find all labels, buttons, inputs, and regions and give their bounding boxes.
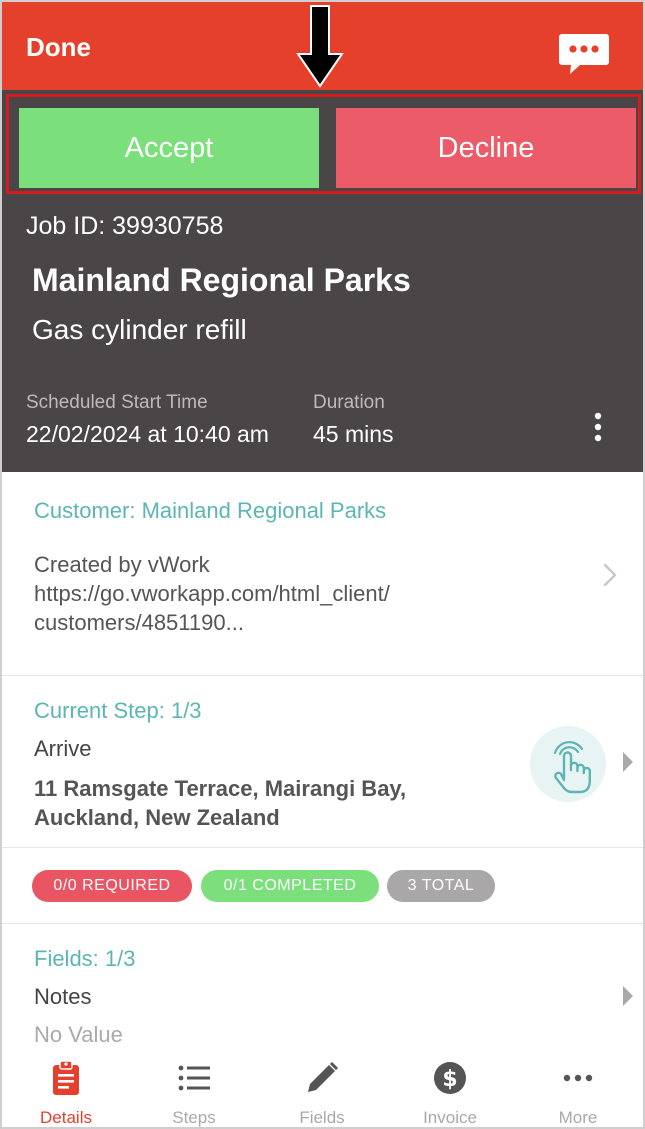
- step-address: 11 Ramsgate Terrace, Mairangi Bay, Auckl…: [34, 774, 494, 832]
- annotation-arrow-icon: [296, 5, 344, 88]
- customer-description: Created by vWork https://go.vworkapp.com…: [34, 550, 554, 637]
- fields-section[interactable]: Fields: 1/3 Notes No Value: [2, 924, 643, 1054]
- tab-details[interactable]: Details: [2, 1054, 130, 1127]
- tab-label: Steps: [172, 1108, 216, 1127]
- bottom-tab-bar: Details Steps Fields $ Invoice More: [2, 1054, 643, 1127]
- field-value: No Value: [34, 1022, 123, 1047]
- total-badge: 3 TOTAL: [387, 870, 495, 902]
- address-line-1: 11 Ramsgate Terrace, Mairangi Bay,: [34, 776, 407, 801]
- tab-invoice[interactable]: $ Invoice: [386, 1054, 514, 1127]
- tap-hand-icon: [553, 741, 591, 794]
- job-title: Mainland Regional Parks: [32, 262, 411, 298]
- customer-line-1: Created by vWork: [34, 552, 210, 577]
- job-id: Job ID: 39930758: [26, 212, 224, 240]
- clipboard-icon: [53, 1060, 79, 1095]
- completed-badge: 0/1 COMPLETED: [201, 870, 379, 902]
- app-screen: Done Accept Decline Job ID: 39930758 Mai…: [0, 0, 645, 1129]
- customer-title: Customer: Mainland Regional Parks: [34, 498, 387, 523]
- status-badges: 0/0 REQUIRED 0/1 COMPLETED 3 TOTAL: [2, 848, 643, 924]
- tab-steps[interactable]: Steps: [130, 1054, 258, 1127]
- duration-value: 45 mins: [313, 421, 394, 447]
- job-subtitle: Gas cylinder refill: [32, 314, 247, 345]
- tab-fields[interactable]: Fields: [258, 1054, 386, 1127]
- done-button[interactable]: Done: [26, 32, 91, 63]
- job-header: Job ID: 39930758 Mainland Regional Parks…: [2, 198, 643, 472]
- tab-label: Fields: [299, 1108, 345, 1127]
- more-dots-icon: [563, 1074, 593, 1082]
- scheduled-start-label: Scheduled Start Time: [26, 392, 208, 413]
- scheduled-start-value: 22/02/2024 at 10:40 am: [26, 421, 269, 447]
- address-line-2: Auckland, New Zealand: [34, 805, 280, 830]
- chat-bubble-icon[interactable]: [558, 32, 610, 76]
- highlight-box: Accept Decline: [6, 94, 641, 194]
- decline-button[interactable]: Decline: [336, 108, 636, 188]
- field-name: Notes: [34, 984, 92, 1009]
- tab-label: More: [558, 1108, 598, 1127]
- tab-more[interactable]: More: [514, 1054, 642, 1127]
- customer-section[interactable]: Customer: Mainland Regional Parks Create…: [2, 472, 643, 676]
- accept-decline-area: Accept Decline: [2, 90, 643, 198]
- chevron-right-icon: [623, 986, 633, 1006]
- tab-label: Invoice: [423, 1108, 477, 1127]
- current-step-section[interactable]: Current Step: 1/3 Arrive 11 Ramsgate Ter…: [2, 676, 643, 848]
- dollar-icon: $: [434, 1062, 466, 1094]
- duration-label: Duration: [313, 392, 385, 413]
- chevron-right-icon: [603, 563, 617, 587]
- current-step-title: Current Step: 1/3: [34, 698, 202, 723]
- pencil-icon: [308, 1061, 339, 1092]
- customer-line-2: https://go.vworkapp.com/html_client/: [34, 581, 390, 606]
- required-badge: 0/0 REQUIRED: [32, 870, 192, 902]
- accept-button[interactable]: Accept: [19, 108, 319, 188]
- svg-text:$: $: [442, 1067, 457, 1092]
- customer-line-3: customers/4851190...: [34, 610, 244, 635]
- fields-title: Fields: 1/3: [34, 946, 136, 971]
- list-icon: [178, 1065, 210, 1091]
- tap-action-button[interactable]: [530, 726, 606, 802]
- chevron-right-icon: [623, 752, 633, 772]
- current-step-name: Arrive: [34, 736, 92, 761]
- tab-label: Details: [40, 1108, 92, 1127]
- more-options-icon[interactable]: [590, 412, 606, 442]
